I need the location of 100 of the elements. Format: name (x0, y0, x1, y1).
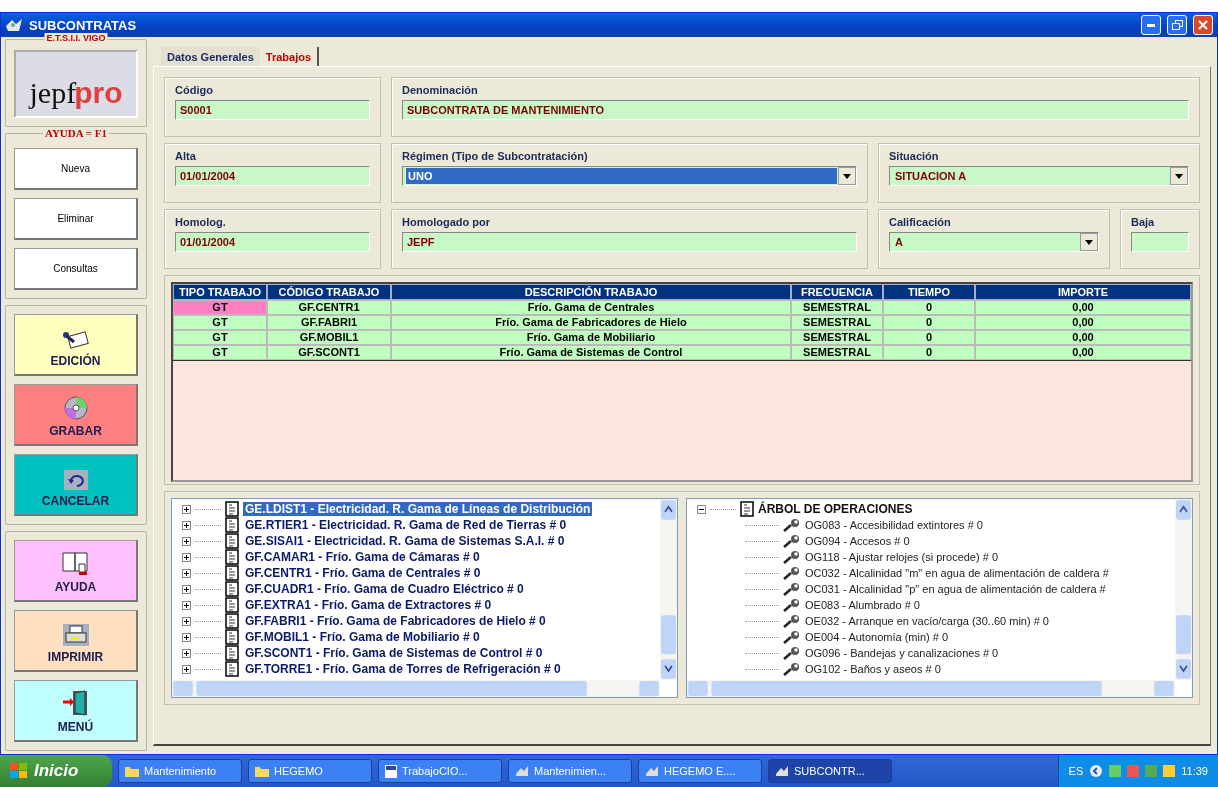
expand-icon[interactable] (182, 520, 191, 530)
tree-item[interactable]: GF.SCONT1 - Frío. Gama de Sistemas de Control # 0 (243, 646, 545, 660)
horizontal-scrollbar[interactable] (687, 680, 1175, 697)
expand-icon[interactable] (182, 568, 191, 578)
tree-item[interactable]: OE083 - Alumbrado # 0 (805, 599, 920, 611)
table-cell[interactable]: GF.MOBIL1 (267, 330, 391, 345)
action-button[interactable]: Consultas (14, 248, 138, 290)
column-header[interactable]: FRECUENCIA (791, 284, 883, 300)
table-cell[interactable]: GT (173, 345, 267, 360)
command-button[interactable]: MENÚ (14, 680, 138, 742)
text-field[interactable]: S0001 (175, 100, 370, 120)
dropdown[interactable]: A (889, 232, 1099, 252)
tab[interactable]: Datos Generales (161, 47, 260, 66)
table-cell[interactable]: 0,00 (975, 345, 1191, 360)
taskbar-button[interactable]: TrabajoCIO... (378, 759, 502, 783)
expand-icon[interactable] (182, 552, 191, 562)
command-button[interactable]: AYUDA (14, 540, 138, 602)
tree-item[interactable]: GF.EXTRA1 - Frío. Gama de Extractores # 0 (243, 598, 494, 612)
table-cell[interactable]: GF.CENTR1 (267, 300, 391, 315)
vertical-scrollbar[interactable] (1175, 499, 1192, 680)
tree-item[interactable]: GF.FABRI1 - Frío. Gama de Fabricadores de Hielo # 0 (243, 614, 548, 628)
tree-item[interactable]: OG096 - Bandejas y canalizaciones # 0 (805, 647, 999, 659)
taskbar-button[interactable]: HEGEMO E.... (638, 759, 762, 783)
wrench-icon (783, 614, 801, 628)
table-cell[interactable]: GF.SCONT1 (267, 345, 391, 360)
table-cell[interactable]: 0 (883, 330, 975, 345)
tree-item[interactable]: GE.RTIER1 - Electricidad. R. Gama de Red de Tierras # 0 (243, 518, 569, 532)
table-cell[interactable]: Frío. Gama de Fabricadores de Hielo (391, 315, 791, 330)
tree-item[interactable]: OC032 - Alcalinidad "m" en agua de alimentación de caldera # (805, 567, 1109, 579)
command-button[interactable]: GRABAR (14, 384, 138, 446)
table-cell[interactable]: GT (173, 300, 267, 315)
expand-icon[interactable] (182, 504, 191, 514)
tree-item[interactable]: GF.MOBIL1 - Frío. Gama de Mobiliario # 0 (243, 630, 482, 644)
tree-item[interactable]: GF.CUADR1 - Frío. Gama de Cuadro Eléctrico # 0 (243, 582, 526, 596)
taskbar-button[interactable]: HEGEMO (248, 759, 372, 783)
table-cell[interactable]: 0,00 (975, 330, 1191, 345)
table-cell[interactable]: Frío. Gama de Centrales (391, 300, 791, 315)
tree-item[interactable]: OE004 - Autonomía (min) # 0 (805, 631, 949, 643)
column-header[interactable]: TIPO TRABAJO (173, 284, 267, 300)
command-button[interactable]: EDICIÓN (14, 314, 138, 376)
expand-icon[interactable] (182, 600, 191, 610)
table-cell[interactable]: 0,00 (975, 300, 1191, 315)
column-header[interactable]: CÓDIGO TRABAJO (267, 284, 391, 300)
table-cell[interactable]: Frío. Gama de Sistemas de Control (391, 345, 791, 360)
tree-item[interactable]: GF.TORRE1 - Frío. Gama de Torres de Refrigeración # 0 (243, 662, 563, 676)
action-button[interactable]: Eliminar (14, 198, 138, 240)
start-button[interactable]: Inicio (0, 755, 112, 787)
maximize-button[interactable] (1167, 15, 1187, 35)
table-cell[interactable]: 0 (883, 300, 975, 315)
language-indicator[interactable]: ES (1068, 765, 1084, 777)
text-field[interactable]: 01/01/2004 (175, 232, 370, 252)
table-cell[interactable]: 0 (883, 345, 975, 360)
vertical-scrollbar[interactable] (660, 499, 677, 680)
collapse-icon[interactable] (697, 504, 706, 514)
tree-item[interactable]: OC031 - Alcalinidad "p" en agua de alimentación de caldera # (805, 583, 1106, 595)
action-button[interactable]: Nueva (14, 148, 138, 190)
column-header[interactable]: DESCRIPCIÓN TRABAJO (391, 284, 791, 300)
tree-item[interactable]: OE032 - Arranque en vacío/carga (30..60 min) # 0 (805, 615, 1049, 627)
table-cell[interactable]: GT (173, 330, 267, 345)
table-cell[interactable]: SEMESTRAL (791, 315, 883, 330)
table-cell[interactable]: 0,00 (975, 315, 1191, 330)
table-cell[interactable]: SEMESTRAL (791, 330, 883, 345)
minimize-button[interactable] (1141, 15, 1161, 35)
dropdown[interactable]: UNO (402, 166, 857, 186)
taskbar-button[interactable]: SUBCONTR... (768, 759, 892, 783)
tree-item[interactable]: OG083 - Accesibilidad extintores # 0 (805, 519, 983, 531)
table-cell[interactable]: Frío. Gama de Mobiliario (391, 330, 791, 345)
taskbar-button[interactable]: Mantenimien... (508, 759, 632, 783)
taskbar-button[interactable]: Mantenimiento (118, 759, 242, 783)
wrench-icon (783, 646, 801, 660)
tree-item[interactable]: OG102 - Baños y aseos # 0 (805, 663, 941, 675)
table-cell[interactable]: 0 (883, 315, 975, 330)
expand-icon[interactable] (182, 648, 191, 658)
column-header[interactable]: TIEMPO (883, 284, 975, 300)
tree-item[interactable]: GE.SISAI1 - Electricidad. R. Gama de Sistemas S.A.I. # 0 (243, 534, 567, 548)
tree-item[interactable]: OG118 - Ajustar relojes (si procede) # 0 (805, 551, 998, 563)
column-header[interactable]: IMPORTE (975, 284, 1191, 300)
close-button[interactable] (1193, 15, 1213, 35)
text-field[interactable]: JEPF (402, 232, 857, 252)
horizontal-scrollbar[interactable] (172, 680, 660, 697)
command-button[interactable]: IMPRIMIR (14, 610, 138, 672)
tree-item[interactable]: GF.CENTR1 - Frío. Gama de Centrales # 0 (243, 566, 483, 580)
tree-item[interactable]: GE.LDIST1 - Electricidad. R. Gama de Líneas de Distribución (243, 502, 593, 516)
table-cell[interactable]: SEMESTRAL (791, 300, 883, 315)
table-cell[interactable]: GT (173, 315, 267, 330)
expand-icon[interactable] (182, 616, 191, 626)
expand-icon[interactable] (182, 664, 191, 674)
command-button[interactable]: CANCELAR (14, 454, 138, 516)
table-cell[interactable]: GF.FABRI1 (267, 315, 391, 330)
expand-icon[interactable] (182, 584, 191, 594)
table-cell[interactable]: SEMESTRAL (791, 345, 883, 360)
expand-icon[interactable] (182, 632, 191, 642)
dropdown[interactable]: SITUACION A (889, 166, 1189, 186)
text-field[interactable]: 01/01/2004 (175, 166, 370, 186)
text-field[interactable] (1131, 232, 1189, 252)
tree-item[interactable]: GF.CAMAR1 - Frío. Gama de Cámaras # 0 (243, 550, 482, 564)
expand-icon[interactable] (182, 536, 191, 546)
tree-item[interactable]: OG094 - Accesos # 0 (805, 535, 910, 547)
text-field[interactable]: SUBCONTRATA DE MANTENIMIENTO (402, 100, 1189, 120)
tree-root[interactable]: ÁRBOL DE OPERACIONES (758, 502, 913, 516)
